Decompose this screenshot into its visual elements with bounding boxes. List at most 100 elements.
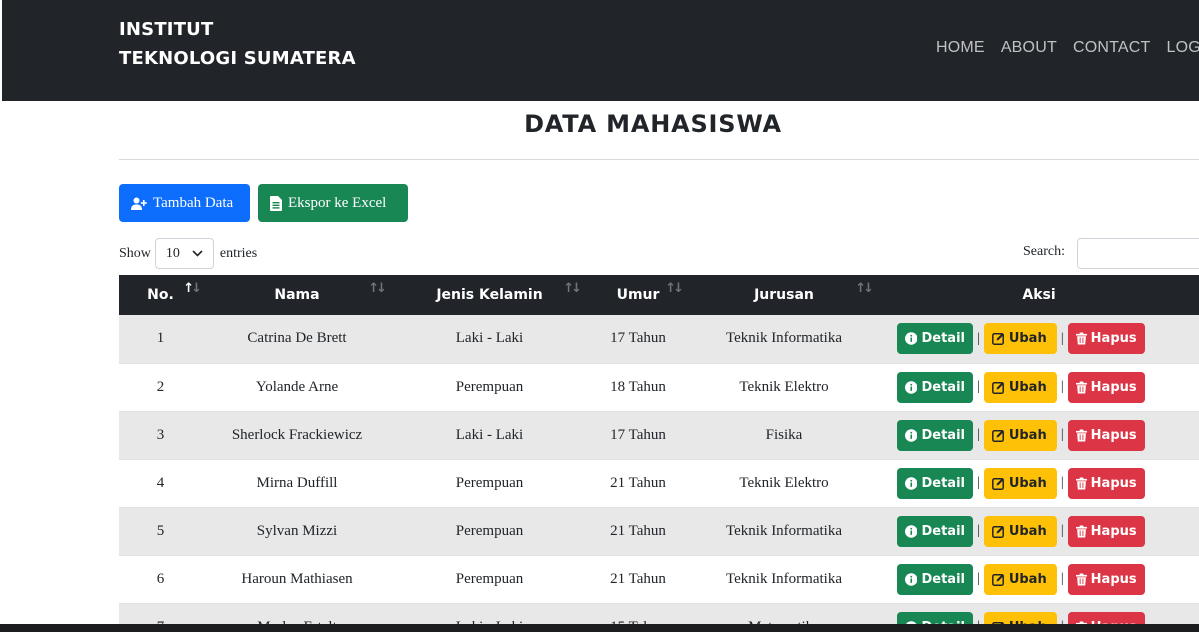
cell-umur: 21 Tahun [587,555,689,604]
brand[interactable]: INSTITUT TEKNOLOGI SUMATERA [119,15,356,73]
info-circle-icon [905,476,918,490]
cell-jurusan: Fisika [689,411,879,460]
hapus-button[interactable]: Hapus [1067,515,1145,547]
ubah-label: Ubah [1008,475,1047,491]
add-data-button[interactable]: Tambah Data [119,184,250,222]
search-label: Search: [1023,244,1065,259]
table-row: 6 Haroun Mathiasen Perempuan 21 Tahun Te… [119,555,1199,604]
hapus-label: Hapus [1090,427,1137,443]
edit-icon [991,381,1004,394]
cell-jenis-kelamin: Laki - Laki [392,411,587,460]
cell-jenis-kelamin: Perempuan [392,555,587,604]
separator: | [977,571,980,586]
nav-link-home[interactable]: HOME [936,39,985,57]
ubah-button[interactable]: Ubah [983,563,1057,595]
cell-nama: Mirna Duffill [202,459,392,508]
ubah-label: Ubah [1008,571,1047,587]
table-row: 2 Yolande Arne Perempuan 18 Tahun Teknik… [119,363,1199,412]
separator: | [977,523,980,538]
detail-label: Detail [921,523,965,539]
detail-label: Detail [921,331,965,347]
table-row: 5 Sylvan Mizzi Perempuan 21 Tahun Teknik… [119,507,1199,556]
divider [119,159,1199,160]
cell-jurusan: Teknik Informatika [689,555,879,604]
info-circle-icon [905,380,918,394]
cell-umur: 17 Tahun [587,315,689,364]
nav-link-about[interactable]: ABOUT [1001,39,1057,57]
search-input[interactable] [1077,238,1199,269]
chevron-down-icon [192,250,203,257]
detail-button[interactable]: Detail [897,515,973,547]
cell-jurusan: Teknik Informatika [689,315,879,364]
hapus-button[interactable]: Hapus [1067,467,1145,499]
table-row: 3 Sherlock Frackiewicz Laki - Laki 17 Ta… [119,411,1199,460]
entries-select[interactable]: 10 [154,238,214,269]
trash-icon [1075,477,1087,489]
separator: | [1060,475,1064,490]
hapus-button[interactable]: Hapus [1067,563,1145,595]
cell-no: 4 [119,459,202,508]
cell-nama: Catrina De Brett [202,315,392,364]
cell-jurusan: Teknik Informatika [689,507,879,556]
brand-line-2: TEKNOLOGI SUMATERA [119,48,356,69]
header-umur[interactable]: Umur ↑↓ [587,275,689,315]
cell-aksi: Detail | Ubah | Hapus [879,411,1199,460]
entries-label: entries [219,245,258,261]
header-no[interactable]: No. ↑↓ [119,275,202,315]
detail-button[interactable]: Detail [897,563,973,595]
cell-jenis-kelamin: Perempuan [392,459,587,508]
show-label: Show [119,245,151,261]
ubah-button[interactable]: Ubah [983,419,1057,451]
nav-link-contact[interactable]: CONTACT [1073,39,1151,57]
nav-link-logout[interactable]: LOGO [1166,39,1199,57]
ubah-label: Ubah [1008,523,1047,539]
cell-aksi: Detail | Ubah | Hapus [879,555,1199,604]
detail-button[interactable]: Detail [897,371,973,403]
header-jurusan-label: Jurusan [754,287,814,303]
separator: | [1060,330,1064,346]
cell-no: 3 [119,411,202,460]
header-jenis-kelamin-label: Jenis Kelamin [436,287,543,303]
info-circle-icon [905,572,918,586]
header-aksi: Aksi [879,275,1199,315]
detail-button[interactable]: Detail [897,467,973,499]
hapus-button[interactable]: Hapus [1067,371,1145,403]
hapus-label: Hapus [1090,475,1137,491]
hapus-button[interactable]: Hapus [1067,323,1145,355]
separator: | [977,379,980,394]
edit-icon [991,573,1004,586]
ubah-button[interactable]: Ubah [983,467,1057,499]
cell-nama: Haroun Mathiasen [202,555,392,604]
header-jenis-kelamin[interactable]: Jenis Kelamin ↑↓ [392,275,587,315]
sort-icon: ↑↓ [368,281,387,296]
table-row: 1 Catrina De Brett Laki - Laki 17 Tahun … [119,315,1199,364]
separator: | [1060,427,1064,442]
detail-label: Detail [921,475,965,491]
trash-icon [1075,573,1087,585]
ubah-button[interactable]: Ubah [983,323,1057,355]
edit-icon [991,429,1004,442]
ubah-button[interactable]: Ubah [983,515,1057,547]
hapus-button[interactable]: Hapus [1067,419,1145,451]
page-title: DATA MAHASISWA [524,110,782,138]
header-nama[interactable]: Nama ↑↓ [202,275,392,315]
trash-icon [1075,429,1087,441]
cell-no: 5 [119,507,202,556]
cell-no: 6 [119,555,202,604]
export-excel-button[interactable]: Ekspor ke Excel [258,184,408,222]
separator: | [1060,523,1064,538]
page: INSTITUT TEKNOLOGI SUMATERA HOME ABOUT C… [0,0,1199,632]
separator: | [977,330,980,346]
cell-nama: Sylvan Mizzi [202,507,392,556]
cell-umur: 18 Tahun [587,363,689,412]
cell-aksi: Detail | Ubah | Hapus [879,507,1199,556]
sort-icon: ↑↓ [563,281,582,296]
ubah-button[interactable]: Ubah [983,371,1057,403]
edit-icon [991,477,1004,490]
detail-button[interactable]: Detail [897,323,973,355]
cell-jenis-kelamin: Perempuan [392,507,587,556]
header-jurusan[interactable]: Jurusan ↑↓ [689,275,879,315]
sort-icon: ↑↓ [183,281,202,296]
cell-aksi: Detail | Ubah | Hapus [879,459,1199,508]
detail-button[interactable]: Detail [897,419,973,451]
